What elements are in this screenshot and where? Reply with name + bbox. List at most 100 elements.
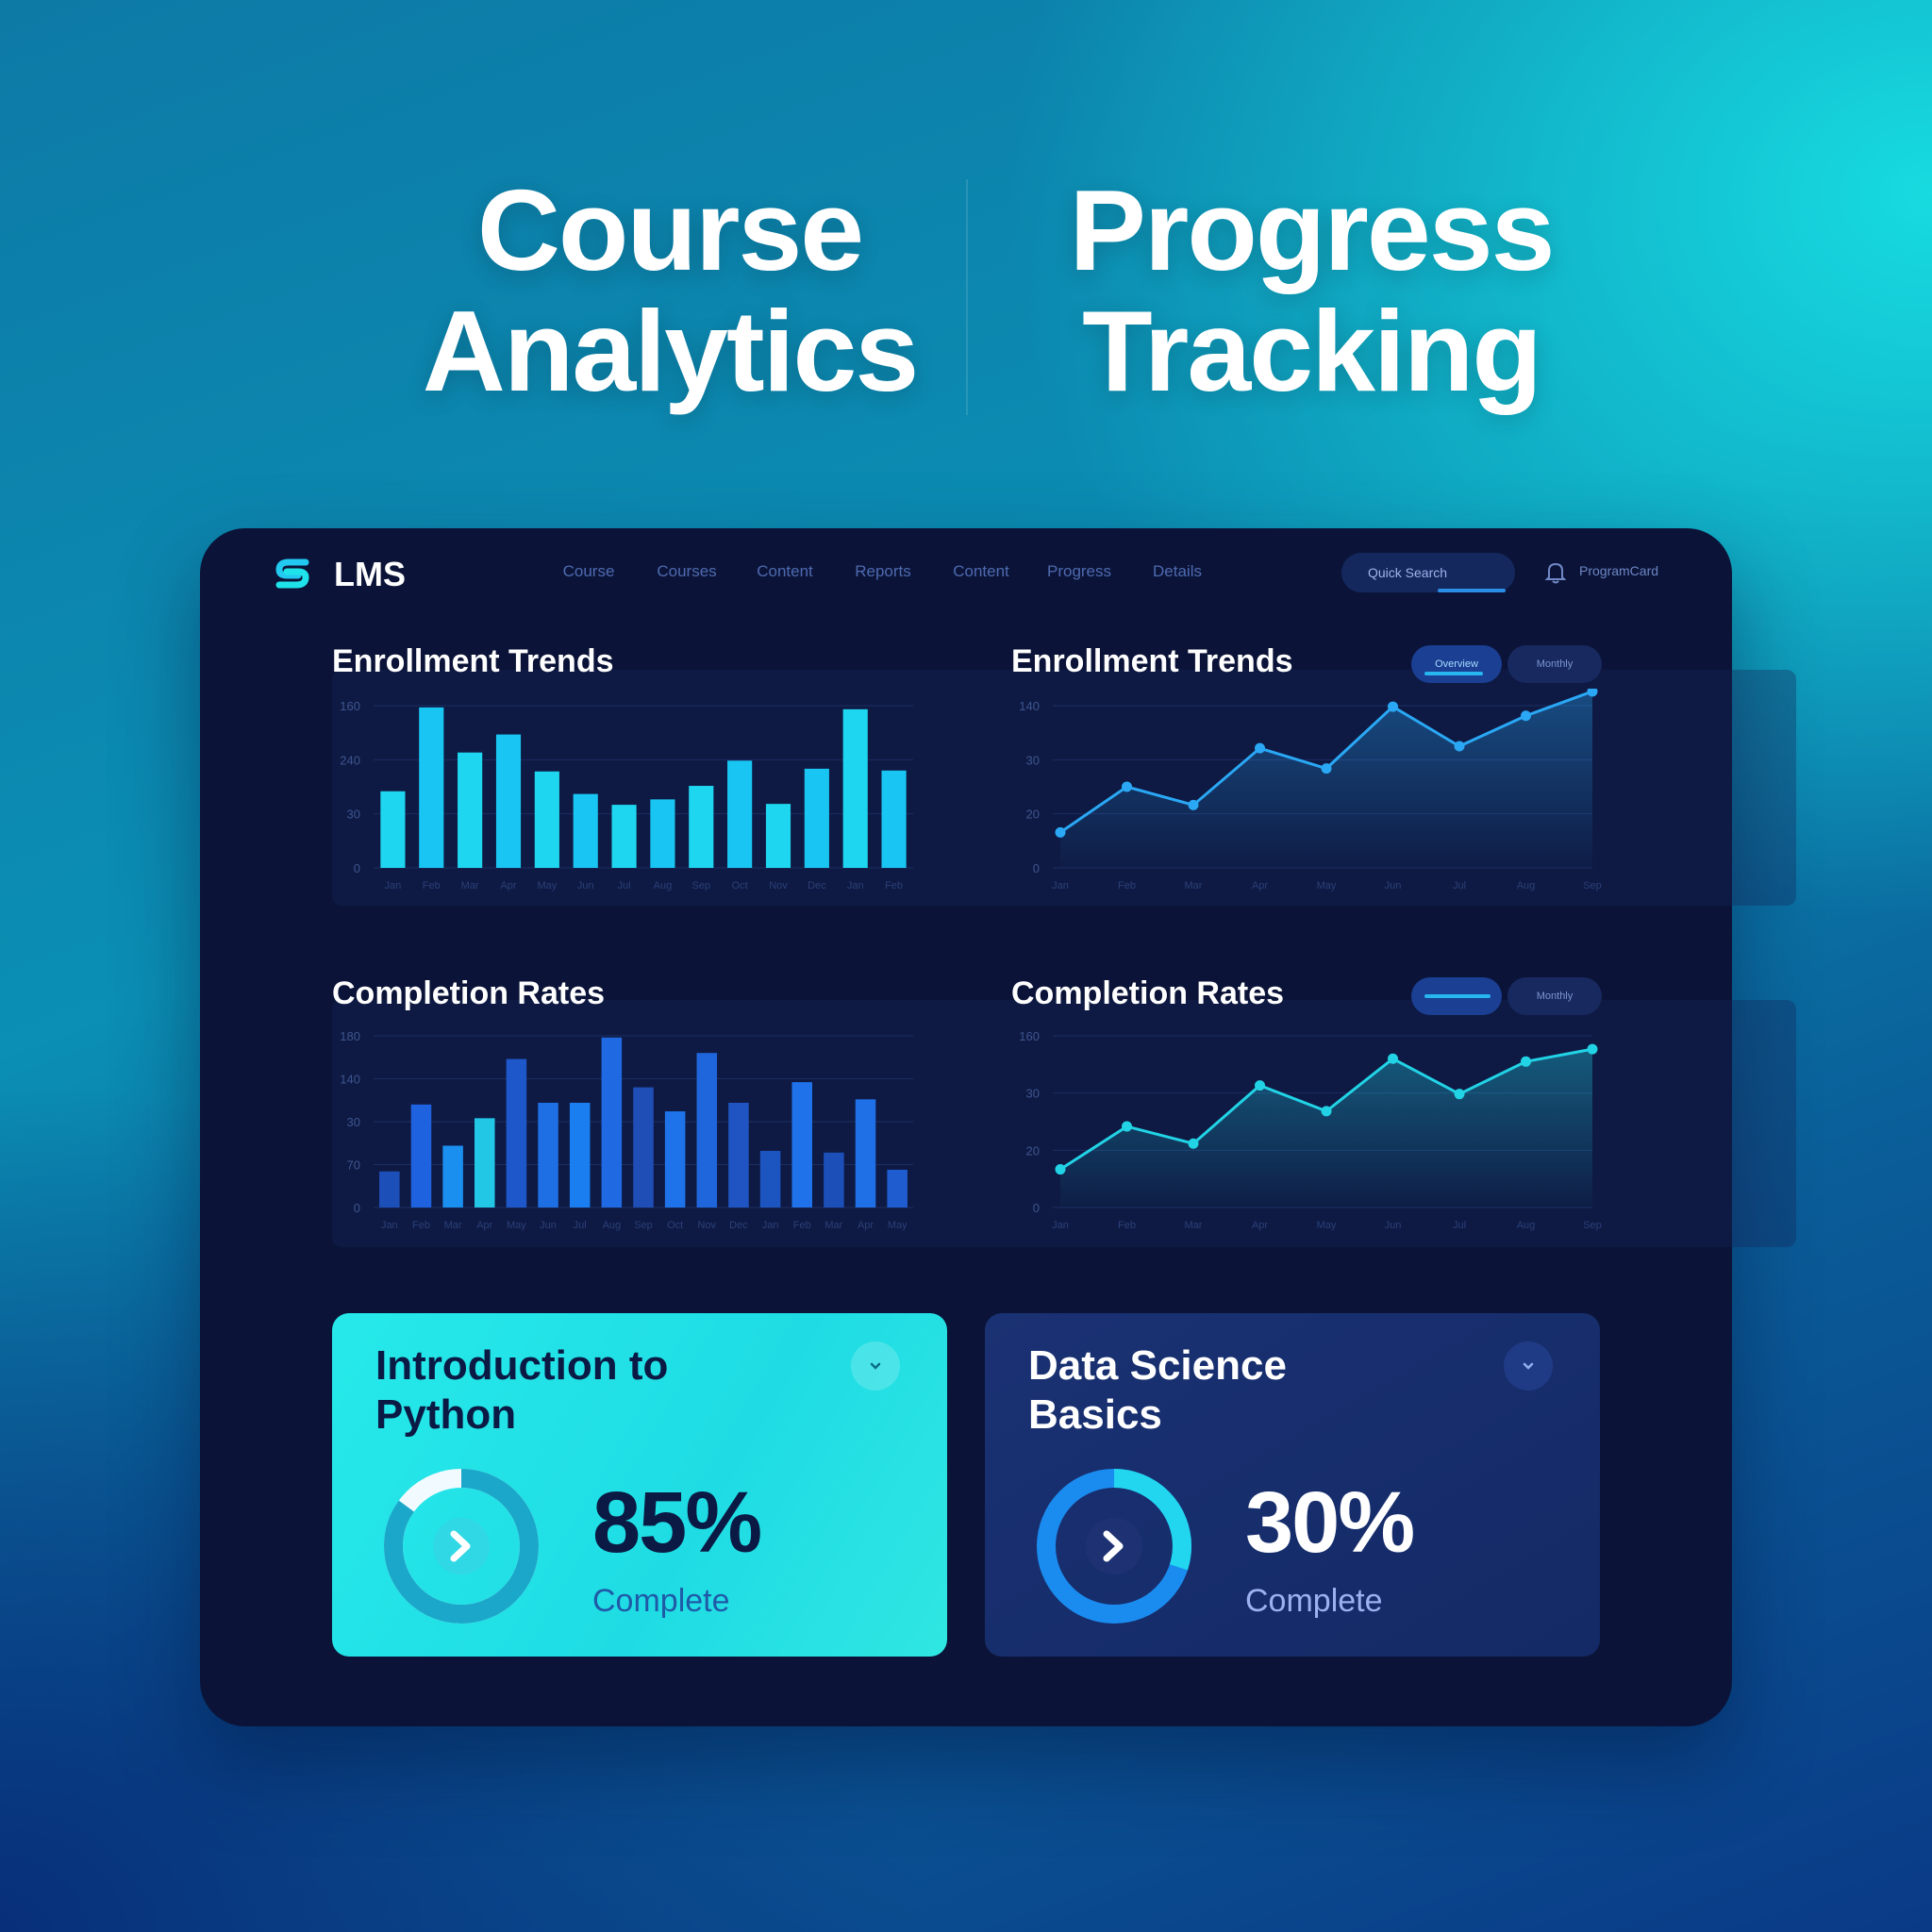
- x-tick-label: Feb: [1118, 880, 1136, 891]
- x-tick-label: Mar: [1185, 880, 1203, 891]
- x-tick-label: May: [1317, 1220, 1337, 1231]
- top-bar: LMS Course Courses Content Reports Conte…: [200, 528, 1732, 613]
- hero-left-line2: Analytics: [422, 287, 919, 415]
- x-tick-label: Jun: [577, 880, 594, 891]
- x-tick-label: Jan: [1052, 1220, 1069, 1231]
- y-tick-label: 20: [1026, 1143, 1040, 1158]
- x-tick-label: Aug: [654, 880, 673, 891]
- bar: [842, 708, 868, 868]
- progress-label: Complete: [592, 1583, 730, 1619]
- chevron-down-icon: [1523, 1362, 1534, 1370]
- bar: [442, 1145, 463, 1208]
- hero-divider: [966, 179, 968, 415]
- chevron-down-icon: [870, 1362, 881, 1370]
- tab-monthly[interactable]: Monthly: [1507, 645, 1602, 683]
- bell-icon[interactable]: [1543, 560, 1568, 585]
- tab-overview[interactable]: Overview: [1411, 645, 1502, 683]
- x-tick-label: May: [507, 1220, 526, 1231]
- nav-item-reports[interactable]: Reports: [834, 562, 932, 581]
- hero-left-line1: Course: [476, 166, 864, 294]
- user-menu-label[interactable]: ProgramCard: [1579, 563, 1658, 578]
- progress-ring: [1037, 1469, 1191, 1624]
- enrollment-area-chart: 0 20 30 140 Jan Feb Mar Apr May Jun Jul Aug Sep: [1019, 689, 1602, 891]
- x-tick-label: Mar: [1185, 1220, 1203, 1231]
- bar: [881, 770, 907, 868]
- data-point: [1454, 1089, 1465, 1100]
- nav-item-courses[interactable]: Courses: [638, 562, 736, 581]
- nav-item-course[interactable]: Course: [540, 562, 638, 581]
- x-tick-label: Jan: [385, 880, 402, 891]
- bar: [410, 1104, 432, 1208]
- progress-ring: [384, 1469, 539, 1624]
- x-tick-label: Feb: [793, 1220, 811, 1231]
- course-card-python[interactable]: Introduction to Python 85% Complete: [332, 1313, 947, 1657]
- course-title-line2: Basics: [1028, 1391, 1162, 1438]
- course-menu-button[interactable]: [1504, 1341, 1553, 1391]
- logo-icon: [275, 558, 309, 589]
- tab-weekly[interactable]: [1411, 977, 1502, 1015]
- x-tick-label: Dec: [729, 1220, 748, 1231]
- x-tick-label: Mar: [824, 1220, 842, 1231]
- tab-overview-indicator: [1424, 672, 1483, 675]
- bar: [611, 805, 637, 868]
- bar: [824, 1152, 844, 1208]
- bar: [633, 1087, 654, 1208]
- bar: [689, 786, 714, 868]
- data-point: [1587, 1043, 1598, 1055]
- search-input[interactable]: Quick Search: [1341, 553, 1515, 592]
- nav-item-content[interactable]: Content: [736, 562, 834, 581]
- x-tick-label: Mar: [461, 880, 479, 891]
- data-point: [1521, 1056, 1531, 1067]
- bar: [419, 707, 444, 868]
- y-tick-label: 30: [1026, 753, 1040, 767]
- bar: [804, 768, 829, 868]
- tab-monthly-2[interactable]: Monthly: [1507, 977, 1602, 1015]
- x-tick-label: Jul: [618, 880, 631, 891]
- search-focus-bar: [1438, 589, 1506, 592]
- data-point: [1055, 1164, 1066, 1175]
- bar: [380, 791, 406, 868]
- x-tick-label: Feb: [1118, 1220, 1136, 1231]
- main-nav: Course Courses Content Reports Content P…: [540, 562, 1226, 581]
- y-tick-label: 20: [1026, 808, 1040, 822]
- x-tick-label: Apr: [1252, 1220, 1268, 1231]
- x-tick-label: Nov: [698, 1220, 717, 1231]
- bar: [664, 1111, 686, 1208]
- x-tick-label: Oct: [667, 1220, 683, 1231]
- course-title-line1: Data Science: [1028, 1342, 1287, 1389]
- x-tick-label: Jun: [1385, 880, 1402, 891]
- bar: [495, 734, 522, 868]
- y-tick-label: 0: [1033, 861, 1040, 875]
- course-card-data-science[interactable]: Data Science Basics 30% Complete: [985, 1313, 1600, 1657]
- x-tick-label: Jul: [1453, 880, 1466, 891]
- course-menu-button[interactable]: [851, 1341, 900, 1391]
- y-tick-label: 160: [1019, 1029, 1040, 1043]
- x-tick-label: Sep: [691, 880, 710, 891]
- bar: [765, 804, 791, 868]
- nav-item-progress[interactable]: Progress: [1030, 562, 1128, 581]
- x-tick-label: May: [888, 1220, 908, 1231]
- x-tick-label: Jan: [762, 1220, 779, 1231]
- bar: [791, 1082, 813, 1208]
- hero-title-left: Course Analytics: [406, 170, 934, 411]
- x-tick-label: Sep: [1583, 1220, 1602, 1231]
- hero-right-line2: Tracking: [1082, 287, 1542, 415]
- tab-overview-label: Overview: [1435, 658, 1478, 670]
- data-point: [1255, 1080, 1265, 1091]
- bar: [728, 1102, 749, 1208]
- chart-title-completion-line: Completion Rates: [1011, 975, 1285, 1011]
- hero-banner: Course Analytics Progress Tracking: [0, 170, 1932, 434]
- x-tick-label: Jul: [1453, 1220, 1466, 1231]
- x-tick-label: Apr: [476, 1220, 492, 1231]
- y-tick-label: 30: [347, 808, 360, 822]
- bar: [601, 1037, 623, 1208]
- completion-bar-chart: 0 70 30 140 180 Jan Feb Mar Apr May Jun Jul Aug Sep Oc…: [340, 1029, 913, 1231]
- x-tick-label: Jan: [381, 1220, 398, 1231]
- x-tick-label: May: [1317, 880, 1337, 891]
- nav-item-content-2[interactable]: Content: [932, 562, 1030, 581]
- nav-item-details[interactable]: Details: [1128, 562, 1226, 581]
- data-point: [1321, 1106, 1332, 1117]
- bar: [887, 1169, 908, 1208]
- y-tick-label: 30: [1026, 1087, 1040, 1101]
- x-tick-label: Feb: [423, 880, 441, 891]
